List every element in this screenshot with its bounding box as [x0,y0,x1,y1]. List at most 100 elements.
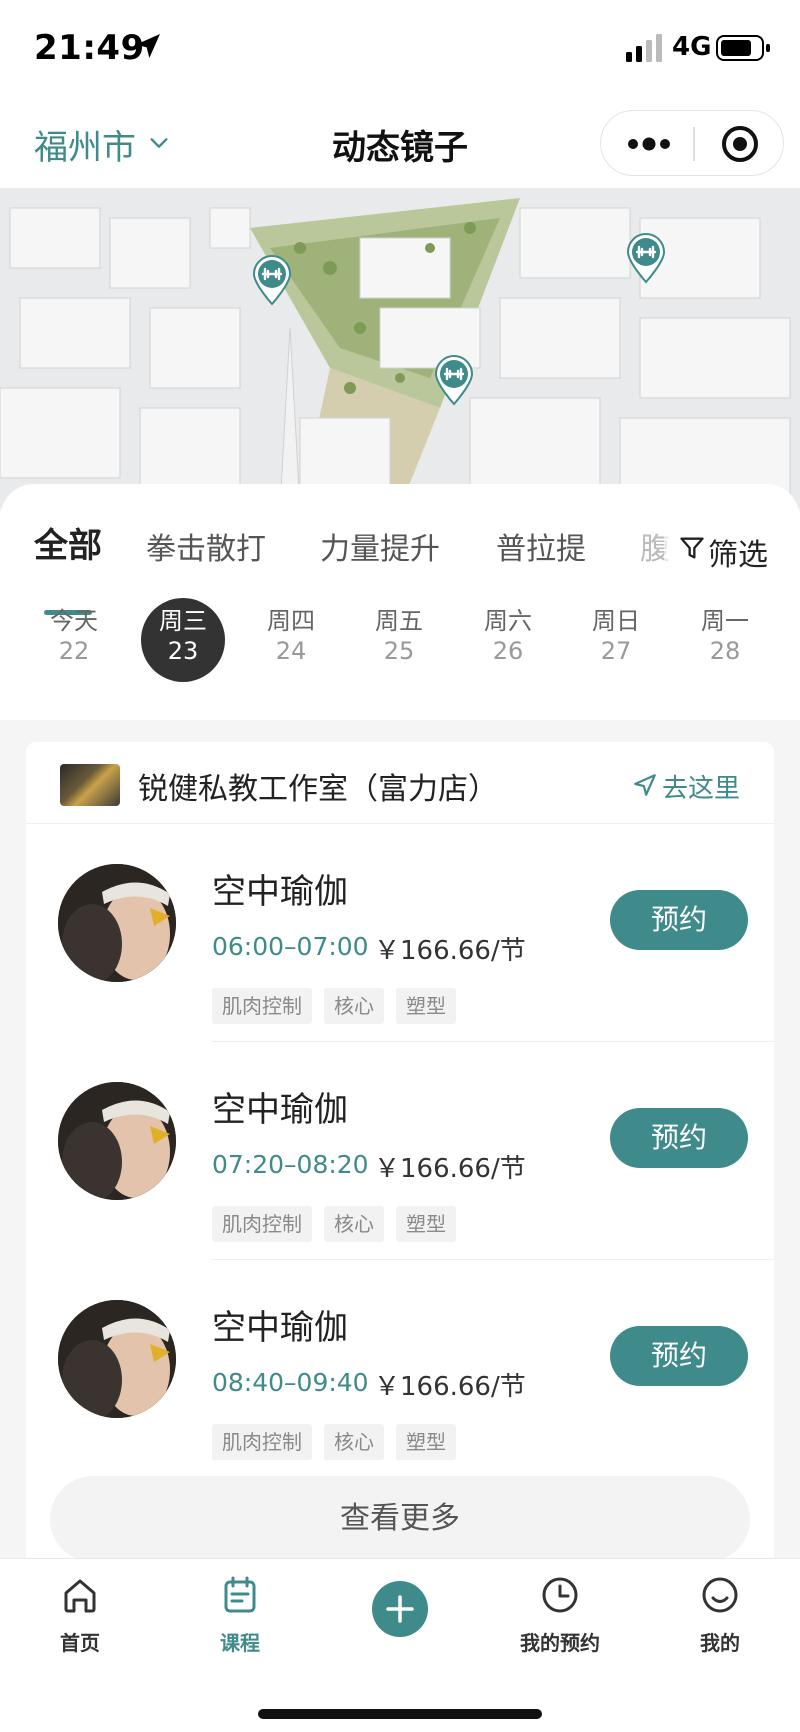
day-date: 24 [275,637,307,665]
tab-label: 课程 [220,1631,260,1655]
day-name: 周六 [484,607,532,635]
day-item[interactable]: 周五 25 [357,598,441,682]
day-item[interactable]: 周四 24 [249,598,333,682]
tab-strength[interactable]: 力量提升 [320,524,440,568]
battery-icon [716,35,770,61]
tag: 肌肉控制 [212,988,312,1024]
status-bar: 21:49 4G [0,0,800,100]
filter-icon [680,537,704,559]
class-tags: 肌肉控制 核心 塑型 [212,988,468,1026]
day-date: 27 [600,637,632,665]
day-item[interactable]: 周日 27 [574,598,658,682]
day-item[interactable]: 周六 26 [466,598,550,682]
day-name: 今天 [50,607,98,635]
tab-pilates[interactable]: 普拉提 [496,524,586,568]
tab-label: 首页 [60,1631,100,1655]
clock-icon [542,1577,578,1613]
map-illustration [0,188,800,508]
add-button[interactable] [372,1581,428,1637]
day-date: 22 [58,637,90,665]
tag: 塑型 [396,1206,456,1242]
home-indicator [258,1709,542,1719]
status-time: 21:49 [34,28,145,68]
smiley-icon [702,1577,738,1613]
class-name: 空中瑜伽 [212,1090,348,1130]
class-time: 07:20–08:20 [212,1150,369,1179]
tag: 肌肉控制 [212,1424,312,1460]
capsule-divider [693,127,695,161]
class-item[interactable]: 空中瑜伽 07:20–08:20 ￥166.66/节 肌肉控制 核心 塑型 预约 [26,1042,774,1260]
tag: 核心 [324,1206,384,1242]
tab-all[interactable]: 全部 [34,518,102,567]
filter-label: 筛选 [708,538,768,573]
tag: 核心 [324,988,384,1024]
more-icon[interactable] [625,133,673,155]
filter-button[interactable]: 筛选 [664,520,800,584]
tab-home[interactable]: 首页 [20,1573,140,1656]
day-item[interactable]: 周一 28 [683,598,767,682]
tab-label: 我的预约 [520,1631,600,1655]
mini-program-capsule [600,110,784,176]
navigation-arrow-icon[interactable] [632,772,658,798]
day-item[interactable]: 今天 22 [32,598,116,682]
network-type: 4G [672,32,712,62]
day-name: 周三 [159,607,207,635]
tag: 核心 [324,1424,384,1460]
class-item[interactable]: 空中瑜伽 08:40–09:40 ￥166.66/节 肌肉控制 核心 塑型 预约 [26,1260,774,1478]
tag: 塑型 [396,1424,456,1460]
plus-icon [386,1595,414,1623]
signal-icon [626,34,662,62]
gym-map-pin-icon[interactable] [250,254,294,306]
class-price: ￥166.66/节 [374,1154,526,1184]
nav-bar: 福州市 动态镜子 [0,100,800,188]
coach-avatar [58,1300,176,1418]
book-button[interactable]: 预约 [610,890,748,950]
day-date: 25 [383,637,415,665]
class-item[interactable]: 空中瑜伽 06:00–07:00 ￥166.66/节 肌肉控制 核心 塑型 预约 [26,824,774,1042]
calendar-icon [224,1576,256,1613]
day-name: 周一 [701,607,749,635]
tab-label: 我的 [700,1631,740,1655]
filter-sheet: 全部 拳击散打 力量提升 普拉提 腹 筛选 今天 22 周三 23 周四 24 … [0,484,800,720]
store-card: 锐健私教工作室（富力店） 去这里 空中瑜伽 06:00–07:00 ￥166.6… [26,742,774,1572]
tab-my-bookings[interactable]: 我的预约 [500,1573,620,1656]
day-name: 周五 [375,607,423,635]
class-price: ￥166.66/节 [374,936,526,966]
go-here-link[interactable]: 去这里 [662,768,740,805]
book-button[interactable]: 预约 [610,1326,748,1386]
class-tags: 肌肉控制 核心 塑型 [212,1424,468,1462]
tab-me[interactable]: 我的 [660,1573,780,1656]
day-name: 周日 [592,607,640,635]
class-time: 06:00–07:00 [212,932,369,961]
class-price: ￥166.66/节 [374,1372,526,1402]
class-name: 空中瑜伽 [212,872,348,912]
store-thumbnail [60,764,120,806]
book-button[interactable]: 预约 [610,1108,748,1168]
store-name: 锐健私教工作室（富力店） [138,772,498,807]
store-header: 锐健私教工作室（富力店） 去这里 [26,742,774,824]
tab-boxing[interactable]: 拳击散打 [146,524,266,568]
day-item-selected[interactable]: 周三 23 [141,598,225,682]
day-selector: 今天 22 周三 23 周四 24 周五 25 周六 26 周日 27 周一 2… [0,598,800,688]
category-tabs: 全部 拳击散打 力量提升 普拉提 腹 筛选 [0,518,800,615]
day-date: 26 [492,637,524,665]
class-time: 08:40–09:40 [212,1368,369,1397]
class-name: 空中瑜伽 [212,1308,348,1348]
class-tags: 肌肉控制 核心 塑型 [212,1206,468,1244]
coach-avatar [58,864,176,982]
tag: 肌肉控制 [212,1206,312,1242]
view-more-button[interactable]: 查看更多 [50,1476,750,1562]
day-date: 28 [709,637,741,665]
close-target-icon[interactable] [719,123,761,165]
tab-bar: 首页 课程 我的预约 我的 [0,1558,800,1732]
coach-avatar [58,1082,176,1200]
day-date: 23 [167,637,199,665]
tag: 塑型 [396,988,456,1024]
home-icon [64,1579,96,1613]
location-arrow-icon [136,34,160,58]
gym-map-pin-icon[interactable] [432,354,476,406]
day-name: 周四 [267,607,315,635]
gym-map-pin-icon[interactable] [624,232,668,284]
map-view[interactable] [0,188,800,508]
tab-courses[interactable]: 课程 [180,1573,300,1656]
